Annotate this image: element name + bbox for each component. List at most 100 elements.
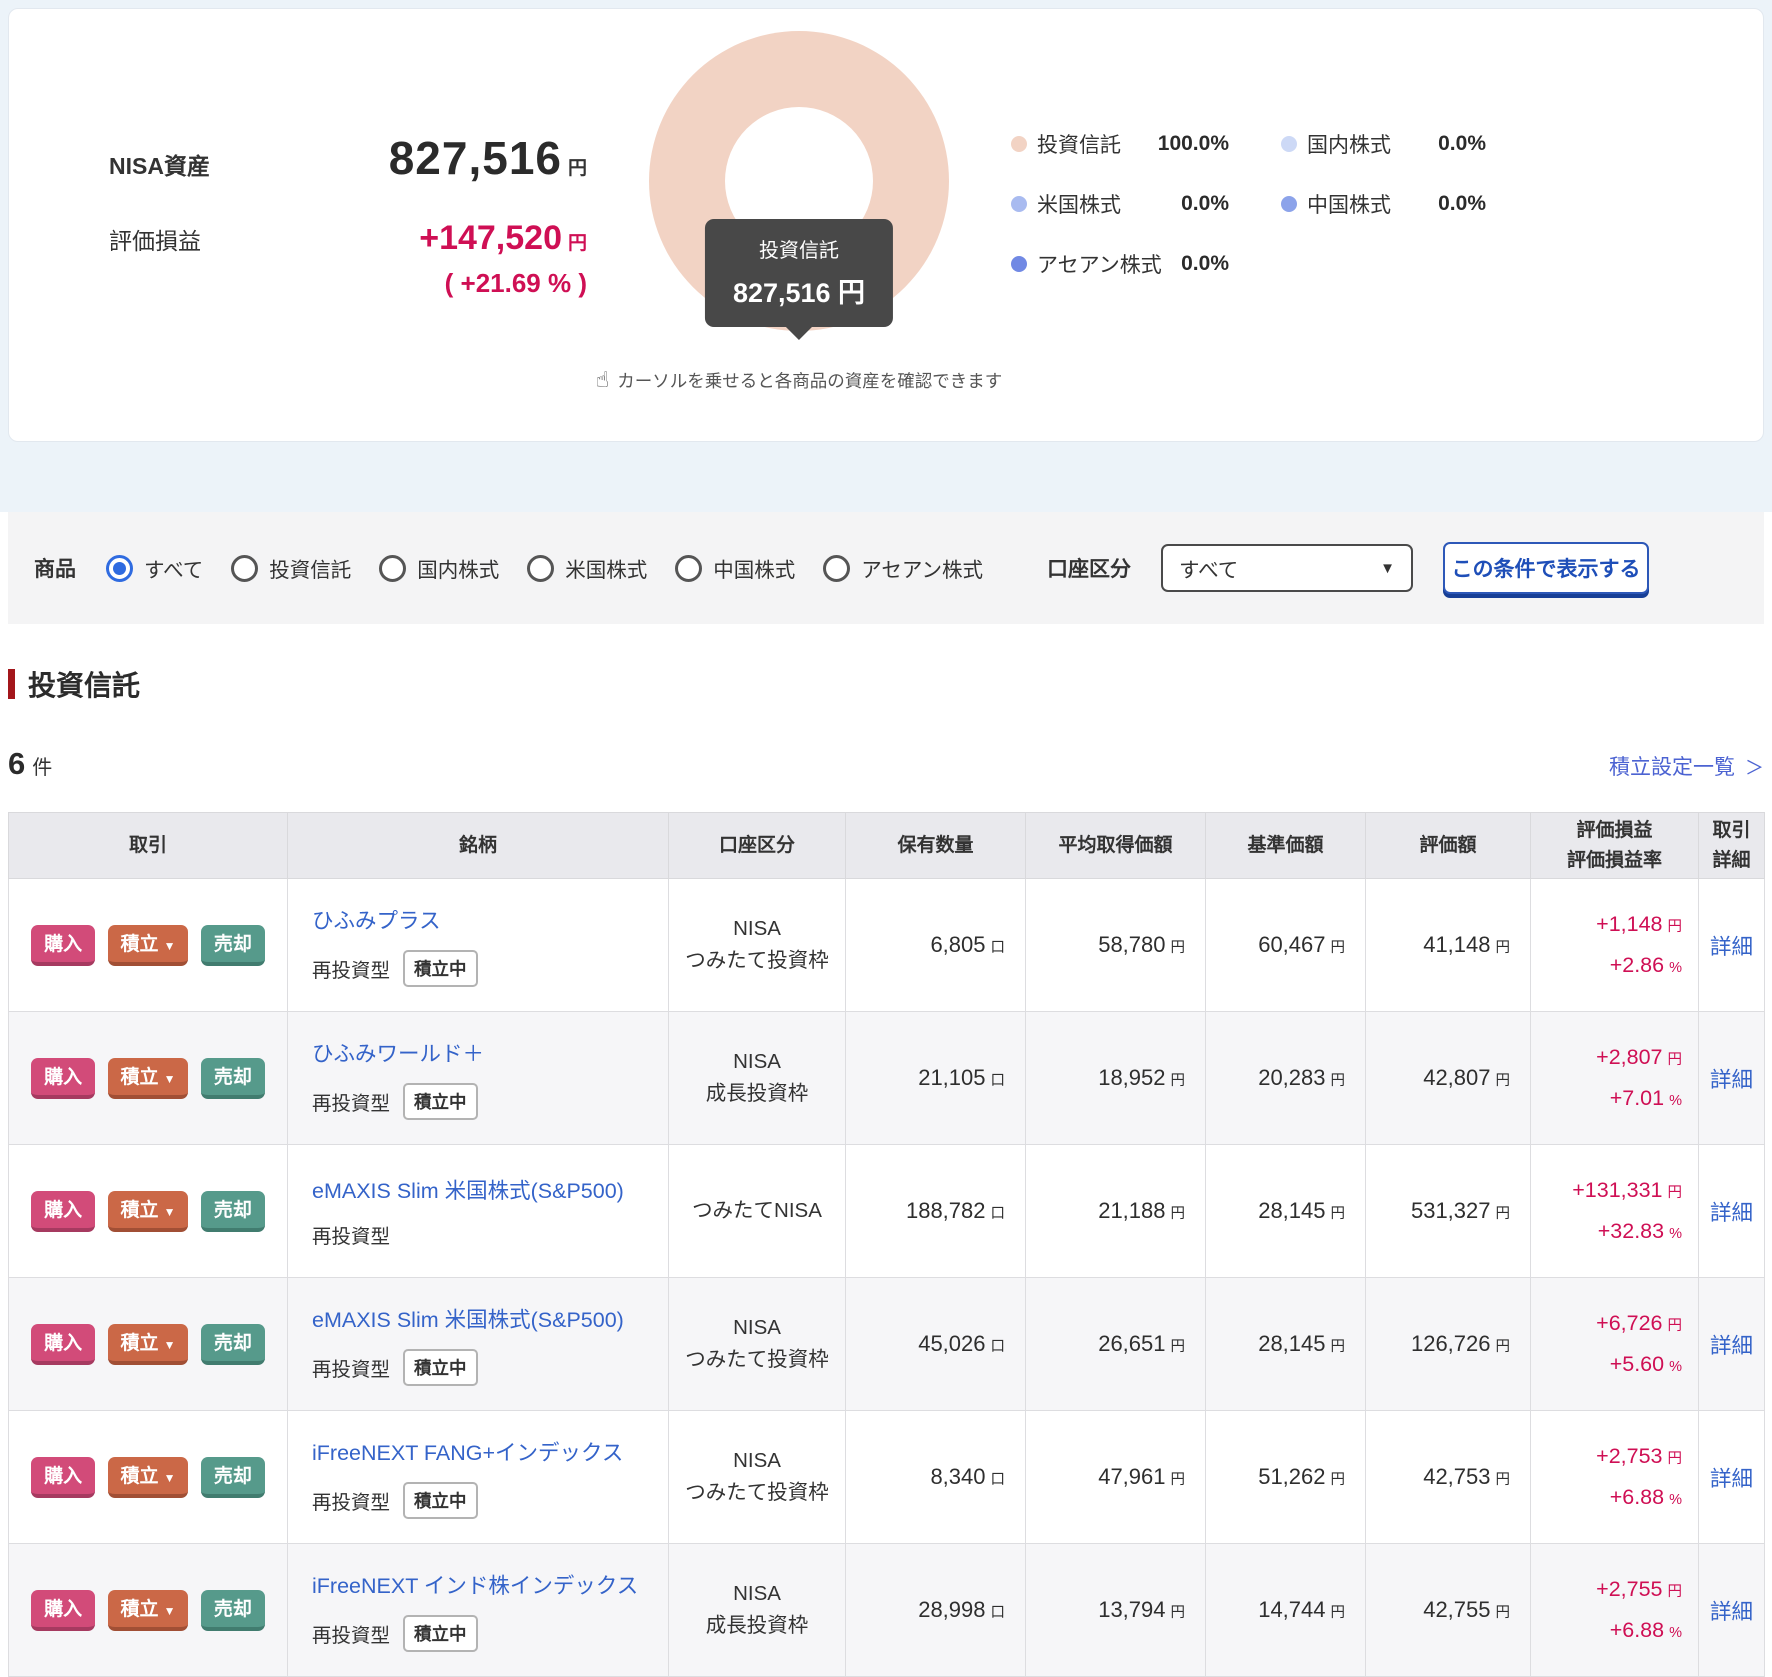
fund-name-link[interactable]: iFreeNEXT FANG+インデックス <box>312 1441 623 1465</box>
quantity-cell: 8,340 口 <box>845 1410 1026 1544</box>
detail-link[interactable]: 詳細 <box>1710 1068 1753 1092</box>
tooltip-label: 投資信託 <box>758 240 839 262</box>
legend-label: 米国株式 <box>1037 194 1121 217</box>
tsumitate-button[interactable]: 積立 ▼ <box>107 1589 189 1631</box>
apply-filter-button[interactable]: この条件で表示する <box>1443 542 1650 594</box>
sell-button[interactable]: 売却 <box>200 1589 265 1631</box>
fund-name-link[interactable]: ひふみワールド＋ <box>312 1042 484 1066</box>
chevron-right-icon: ＞ <box>1744 757 1764 779</box>
detail-link[interactable]: 詳細 <box>1710 1201 1753 1225</box>
buy-button[interactable]: 購入 <box>31 1190 96 1232</box>
avg-price-cell: 26,651 円 <box>1025 1277 1206 1411</box>
value-cell: 126,726 円 <box>1365 1277 1531 1411</box>
account-type-select[interactable]: すべて ▼ <box>1161 544 1414 592</box>
tsumitate-button[interactable]: 積立 ▼ <box>107 924 189 966</box>
account-type-cell: NISA つみたて投資枠 <box>668 1410 846 1544</box>
legend-label: 国内株式 <box>1307 134 1391 157</box>
col-pl: 評価損益 評価損益率 <box>1530 812 1699 879</box>
section-title-bar <box>8 669 15 699</box>
tooltip-value: 827,516 円 <box>732 278 866 308</box>
reinvest-type: 再投資型 <box>312 1624 391 1647</box>
tsumitate-badge: 積立中 <box>403 1614 478 1652</box>
legend-item-kokunai: 国内株式 0.0% <box>1281 129 1486 159</box>
pl-unit: 円 <box>567 233 587 254</box>
holdings-count-unit: 件 <box>32 757 53 779</box>
hint-text: カーソルを乗せると各商品の資産を確認できます <box>617 371 1003 391</box>
account-type-cell: NISA つみたて投資枠 <box>668 878 846 1012</box>
section-title: 投資信託 <box>8 664 1764 704</box>
radio-icon <box>823 554 851 582</box>
table-row: 購入 積立 ▼ 売却 iFreeNEXT インド株インデックス 再投資型 積立中 N… <box>8 1543 1765 1677</box>
radio-toushin[interactable]: 投資信託 <box>231 553 351 583</box>
asset-label: NISA資産 <box>109 153 210 179</box>
legend-percent: 100.0% <box>1157 132 1229 155</box>
caret-down-icon: ▼ <box>163 1470 176 1485</box>
table-row: 購入 積立 ▼ 売却 eMAXIS Slim 米国株式(S&P500) 再投資型 … <box>8 1144 1765 1278</box>
legend-item-chugoku: 中国株式 0.0% <box>1281 189 1486 219</box>
col-quantity: 保有数量 <box>845 812 1026 879</box>
summary-values: NISA資産 827,516 円 評価損益 +147,520 円 ( +21.69 … <box>109 131 587 299</box>
reinvest-type: 再投資型 <box>312 1225 391 1248</box>
account-type-cell: NISA 成長投資枠 <box>668 1011 846 1145</box>
holdings-count: 6 <box>8 746 26 781</box>
radio-kokunai[interactable]: 国内株式 <box>379 553 499 583</box>
tsumitate-button[interactable]: 積立 ▼ <box>107 1323 189 1365</box>
legend-item-beikoku: 米国株式 0.0% <box>1011 189 1229 219</box>
caret-down-icon: ▼ <box>1380 559 1396 577</box>
tsumitate-settings-link[interactable]: 積立設定一覧 ＞ <box>1609 751 1764 781</box>
buy-button[interactable]: 購入 <box>31 1589 96 1631</box>
reinvest-type: 再投資型 <box>312 1092 391 1115</box>
account-type-cell: つみたてNISA <box>668 1144 846 1278</box>
buy-button[interactable]: 購入 <box>31 1057 96 1099</box>
donut-tooltip: 投資信託 827,516 円 <box>704 219 894 327</box>
value-cell: 41,148 円 <box>1365 878 1531 1012</box>
avg-price-cell: 21,188 円 <box>1025 1144 1206 1278</box>
fund-name-link[interactable]: eMAXIS Slim 米国株式(S&P500) <box>312 1308 624 1332</box>
sell-button[interactable]: 売却 <box>200 1323 265 1365</box>
radio-beikoku[interactable]: 米国株式 <box>527 553 647 583</box>
legend-item-toushin: 投資信託 100.0% <box>1011 129 1229 159</box>
legend-dot <box>1281 196 1297 212</box>
buy-button[interactable]: 購入 <box>31 1323 96 1365</box>
tsumitate-badge: 積立中 <box>403 1348 478 1386</box>
value-cell: 42,753 円 <box>1365 1410 1531 1544</box>
fund-name-link[interactable]: iFreeNEXT インド株インデックス <box>312 1574 638 1598</box>
asset-donut-chart: 投資信託 827,516 円 ☝ カーソルを乗せると各商品の資産を確認できます <box>596 23 1002 393</box>
col-avg-price: 平均取得価額 <box>1025 812 1206 879</box>
caret-down-icon: ▼ <box>163 1603 176 1618</box>
tsumitate-button[interactable]: 積立 ▼ <box>107 1057 189 1099</box>
account-type-label: 口座区分 <box>1047 558 1132 581</box>
detail-link[interactable]: 詳細 <box>1710 935 1753 959</box>
tsumitate-badge: 積立中 <box>403 1481 478 1519</box>
pl-cell: +2,807 円 +7.01% <box>1530 1011 1699 1145</box>
legend-dot <box>1011 196 1027 212</box>
sell-button[interactable]: 売却 <box>200 1190 265 1232</box>
donut-legend: 投資信託 100.0% 国内株式 0.0% 米国株式 0.0% 中国株式 0.0… <box>1011 129 1486 279</box>
holdings-section: 投資信託 6 件 積立設定一覧 ＞ 取引 銘柄 口座区分 保有数量 平均取得価額… <box>0 664 1772 1677</box>
sell-button[interactable]: 売却 <box>200 1456 265 1498</box>
holdings-table: 取引 銘柄 口座区分 保有数量 平均取得価額 基準価額 評価額 評価損益 評価損… <box>8 812 1765 1677</box>
account-type-cell: NISA つみたて投資枠 <box>668 1277 846 1411</box>
fund-name-link[interactable]: eMAXIS Slim 米国株式(S&P500) <box>312 1179 624 1203</box>
detail-link[interactable]: 詳細 <box>1710 1600 1753 1624</box>
table-row: 購入 積立 ▼ 売却 ひふみプラス 再投資型 積立中 NISA つみたて投資枠 6,8… <box>8 878 1765 1012</box>
sell-button[interactable]: 売却 <box>200 1057 265 1099</box>
tsumitate-badge: 積立中 <box>403 1082 478 1120</box>
buy-button[interactable]: 購入 <box>31 1456 96 1498</box>
buy-button[interactable]: 購入 <box>31 924 96 966</box>
detail-link[interactable]: 詳細 <box>1710 1334 1753 1358</box>
pl-cell: +131,331 円 +32.83% <box>1530 1144 1699 1278</box>
radio-asean[interactable]: アセアン株式 <box>823 553 983 583</box>
tsumitate-button[interactable]: 積立 ▼ <box>107 1190 189 1232</box>
table-row: 購入 積立 ▼ 売却 iFreeNEXT FANG+インデックス 再投資型 積立中 … <box>8 1410 1765 1544</box>
pointer-hand-icon: ☝ <box>595 367 610 392</box>
value-cell: 42,807 円 <box>1365 1011 1531 1145</box>
radio-all[interactable]: すべて <box>106 553 203 583</box>
pl-cell: +2,753 円 +6.88% <box>1530 1410 1699 1544</box>
tsumitate-button[interactable]: 積立 ▼ <box>107 1456 189 1498</box>
quantity-cell: 45,026 口 <box>845 1277 1026 1411</box>
detail-link[interactable]: 詳細 <box>1710 1467 1753 1491</box>
radio-chugoku[interactable]: 中国株式 <box>675 553 795 583</box>
fund-name-link[interactable]: ひふみプラス <box>312 909 441 933</box>
sell-button[interactable]: 売却 <box>200 924 265 966</box>
